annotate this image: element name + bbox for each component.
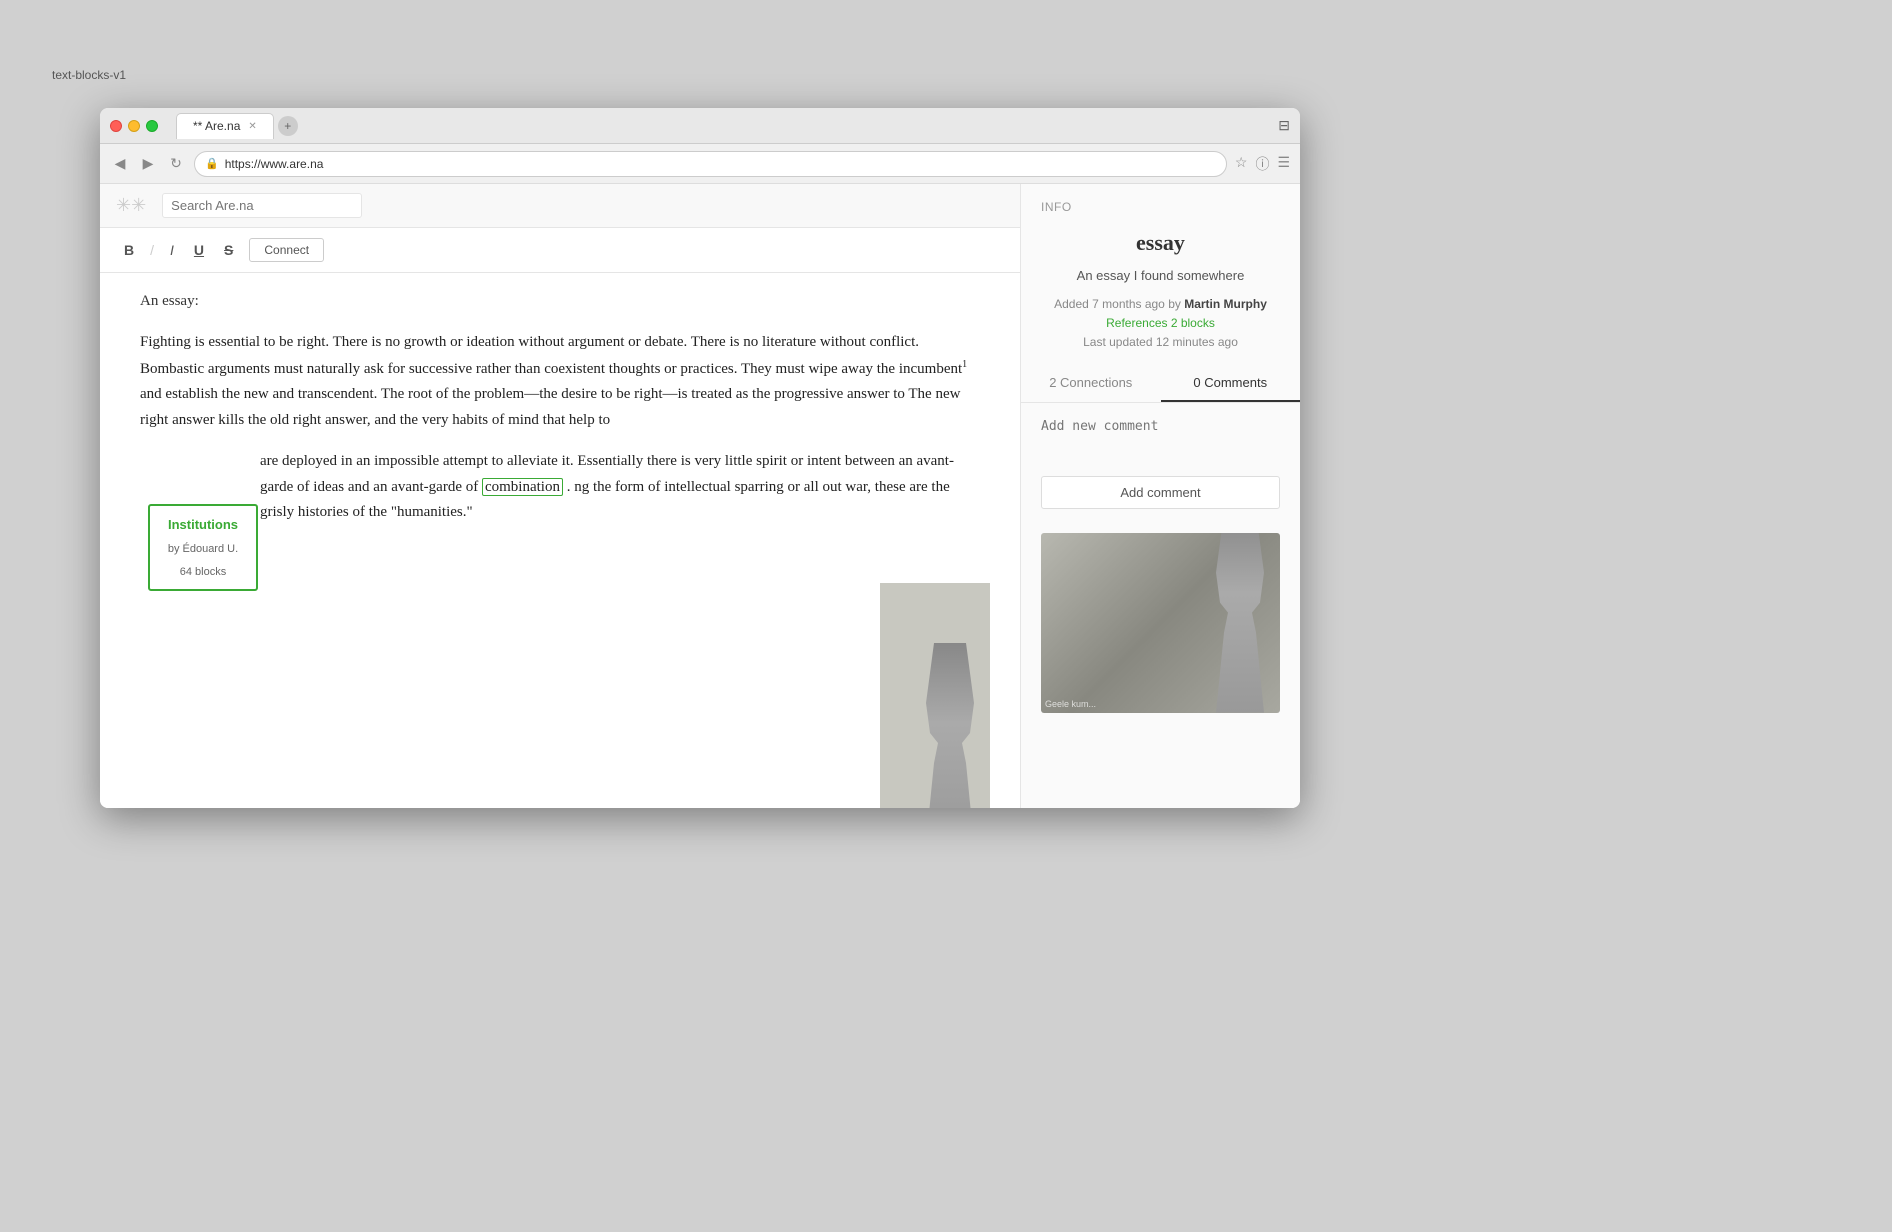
panel-meta: Added 7 months ago by Martin Murphy Refe… (1021, 287, 1300, 357)
reload-button[interactable]: ↻ (166, 154, 186, 174)
updated-text: Last updated 12 minutes ago (1041, 333, 1280, 352)
forward-button[interactable]: ▶ (138, 154, 158, 174)
inline-card[interactable]: Institutions by Édouard U. 64 blocks (148, 504, 258, 591)
italic-button[interactable]: I (166, 240, 178, 260)
essay-body: Fighting is essential to be right. There… (140, 330, 980, 526)
highlighted-word: combination (482, 478, 563, 496)
bold-button[interactable]: B (120, 240, 138, 260)
added-text: Added 7 months ago by (1054, 297, 1181, 311)
inline-card-blocks: 64 blocks (162, 563, 244, 582)
menu-icon[interactable]: ☰ (1277, 154, 1290, 174)
sculpture-image: Geele kum... (1041, 533, 1280, 713)
url-bar[interactable]: 🔒 https://www.are.na (194, 151, 1227, 177)
browser-body: ✳✳ B / I U S Connect An essay: Fighting … (100, 184, 1300, 808)
comment-area (1021, 403, 1300, 468)
panel-info-label: Info (1021, 184, 1300, 222)
lock-icon: 🔒 (205, 157, 219, 170)
browser-tab[interactable]: ** Are.na ✕ (176, 113, 274, 139)
arena-nav: ✳✳ (100, 184, 1020, 228)
comment-input[interactable] (1041, 419, 1280, 449)
author-name: Martin Murphy (1184, 297, 1267, 311)
essay-label: An essay: (140, 293, 980, 310)
sculpture-label: Geele kum... (1045, 699, 1096, 709)
essay-paragraph-2: are deployed in an impossible attempt to… (140, 449, 980, 526)
panel-tabs: 2 Connections 0 Comments (1021, 365, 1300, 403)
address-bar: ◀ ▶ ↻ 🔒 https://www.are.na ☆ ⓘ ☰ (100, 144, 1300, 184)
bookmark-icon[interactable]: ☆ (1235, 154, 1248, 174)
main-content: ✳✳ B / I U S Connect An essay: Fighting … (100, 184, 1020, 808)
underline-button[interactable]: U (190, 240, 208, 260)
os-label: text-blocks-v1 (52, 68, 126, 82)
tab-connections[interactable]: 2 Connections (1021, 365, 1161, 402)
back-button[interactable]: ◀ (110, 154, 130, 174)
right-panel: Info essay An essay I found somewhere Ad… (1020, 184, 1300, 808)
statue-figure (910, 643, 990, 808)
connect-button[interactable]: Connect (249, 238, 324, 262)
strikethrough-button[interactable]: S (220, 240, 237, 260)
tab-comments[interactable]: 0 Comments (1161, 365, 1301, 402)
essay-image: Geele kum... (880, 583, 990, 808)
browser-window: ** Are.na ✕ + ⊟ ◀ ▶ ↻ 🔒 https://www.are.… (100, 108, 1300, 808)
traffic-lights (110, 120, 158, 132)
add-comment-button[interactable]: Add comment (1041, 476, 1280, 509)
essay-paragraph-1: Fighting is essential to be right. There… (140, 330, 980, 433)
info-icon[interactable]: ⓘ (1255, 154, 1269, 174)
title-bar: ** Are.na ✕ + ⊟ (100, 108, 1300, 144)
essay-content: An essay: Fighting is essential to be ri… (100, 273, 1020, 808)
minimize-button[interactable] (128, 120, 140, 132)
window-action-icon[interactable]: ⊟ (1278, 117, 1290, 134)
panel-title: essay (1021, 222, 1300, 264)
logo-icon: ✳✳ (116, 195, 146, 215)
sculpture-statue (1200, 533, 1280, 713)
arena-logo[interactable]: ✳✳ (116, 195, 146, 216)
search-input[interactable] (162, 193, 362, 218)
inline-card-title: Institutions (162, 514, 244, 536)
url-text: https://www.are.na (225, 157, 324, 171)
maximize-button[interactable] (146, 120, 158, 132)
editor-toolbar: B / I U S Connect (100, 228, 1020, 273)
close-button[interactable] (110, 120, 122, 132)
new-tab-button[interactable]: + (278, 116, 298, 136)
tab-title: ** Are.na (193, 119, 240, 133)
tab-bar: ** Are.na ✕ + (176, 113, 1278, 139)
tab-close-icon[interactable]: ✕ (248, 121, 256, 132)
inline-card-subtitle: by Édouard U. (162, 540, 244, 559)
panel-description: An essay I found somewhere (1021, 264, 1300, 287)
address-actions: ☆ ⓘ ☰ (1235, 154, 1290, 174)
references-link[interactable]: References 2 blocks (1106, 316, 1215, 330)
